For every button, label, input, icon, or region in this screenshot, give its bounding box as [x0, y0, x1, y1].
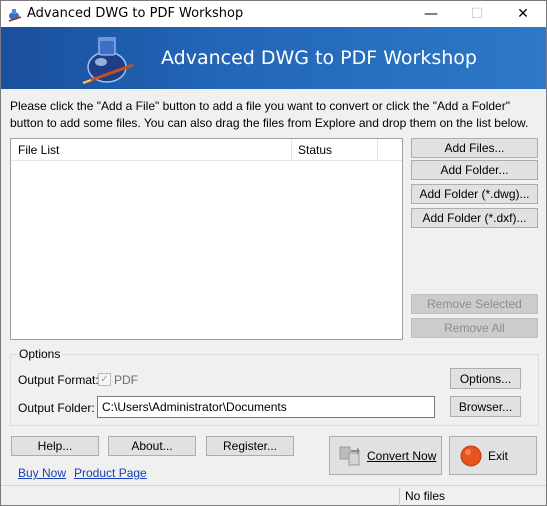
app-window: Advanced DWG to PDF Workshop — ☐ ✕ Advan… — [0, 0, 547, 506]
header-banner: Advanced DWG to PDF Workshop — [1, 27, 546, 89]
exit-label: Exit — [488, 448, 509, 463]
output-format-label: Output Format: — [18, 373, 99, 387]
register-button[interactable]: Register... — [206, 436, 294, 456]
output-folder-field[interactable]: C:\Users\Administrator\Documents — [97, 396, 435, 418]
instruction-text: Please click the "Add a File" button to … — [10, 99, 529, 130]
file-list-header: File List Status — [11, 139, 402, 161]
column-header-status[interactable]: Status — [298, 143, 332, 157]
ink-pen-icon — [8, 9, 22, 22]
exit-circle-icon — [460, 445, 482, 466]
column-header-file-list[interactable]: File List — [18, 143, 59, 157]
options-group-label: Options — [17, 347, 63, 361]
column-divider[interactable] — [291, 139, 292, 161]
convert-now-button[interactable]: Convert Now — [329, 436, 442, 475]
options-button[interactable]: Options... — [450, 368, 521, 389]
remove-all-button[interactable]: Remove All — [411, 318, 538, 338]
checkmark-icon: ✓ — [100, 374, 109, 385]
add-files-button[interactable]: Add Files... — [411, 138, 538, 158]
title-bar: Advanced DWG to PDF Workshop — ☐ ✕ — [1, 1, 546, 27]
status-divider — [399, 488, 400, 506]
add-folder-button[interactable]: Add Folder... — [411, 160, 538, 180]
output-folder-label: Output Folder: — [18, 401, 95, 415]
convert-now-label: Convert Now — [367, 448, 437, 463]
convert-arrows-icon — [339, 446, 360, 465]
add-folder-dxf-button[interactable]: Add Folder (*.dxf)... — [411, 208, 538, 228]
column-divider[interactable] — [377, 139, 378, 161]
exit-button[interactable]: Exit — [449, 436, 537, 475]
remove-selected-button[interactable]: Remove Selected — [411, 294, 538, 314]
buy-now-link[interactable]: Buy Now — [18, 466, 66, 480]
status-bar: No files — [1, 485, 546, 506]
banner-title: Advanced DWG to PDF Workshop — [161, 47, 477, 69]
output-format-checkbox[interactable]: ✓ — [98, 373, 111, 386]
product-page-link[interactable]: Product Page — [74, 466, 147, 480]
maximize-button[interactable]: ☐ — [454, 1, 500, 27]
browse-button[interactable]: Browser... — [450, 396, 521, 417]
window-title: Advanced DWG to PDF Workshop — [27, 6, 244, 21]
minimize-button[interactable]: — — [408, 1, 454, 27]
about-button[interactable]: About... — [108, 436, 196, 456]
close-button[interactable]: ✕ — [500, 1, 546, 27]
help-button[interactable]: Help... — [11, 436, 99, 456]
add-folder-dwg-button[interactable]: Add Folder (*.dwg)... — [411, 184, 538, 204]
ink-pot-logo-icon — [82, 37, 134, 85]
status-text: No files — [405, 489, 446, 503]
file-list[interactable]: File List Status — [10, 138, 403, 340]
output-format-value: PDF — [114, 373, 138, 387]
